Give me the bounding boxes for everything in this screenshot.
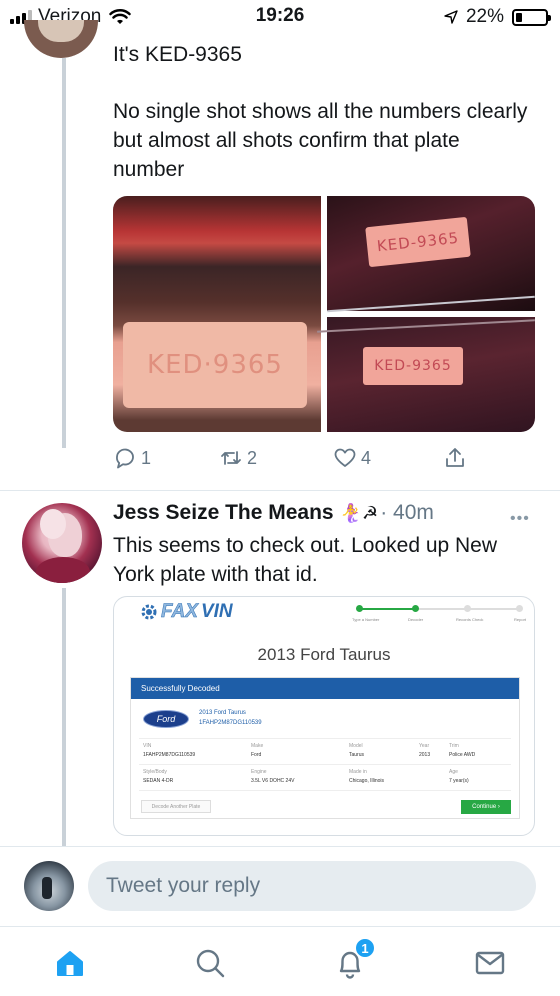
notification-badge: 1 [354, 937, 376, 959]
step-dot [356, 605, 363, 612]
reply-input[interactable] [88, 861, 536, 911]
divider [0, 490, 560, 491]
spec-age: Age 7 year(s) [449, 769, 469, 784]
mail-icon [475, 951, 505, 975]
tab-messages[interactable] [472, 945, 508, 981]
gear-icon [141, 604, 157, 620]
retweet-action[interactable]: 2 [219, 446, 257, 470]
location-arrow-icon [444, 10, 458, 24]
logo-fax: FAX [161, 601, 198, 623]
ford-logo: Ford [143, 710, 189, 728]
battery-icon [512, 8, 551, 26]
tab-home[interactable] [52, 945, 88, 981]
thread-line [62, 58, 66, 448]
media-image-bottom-right[interactable]: KED-9365 [317, 317, 535, 432]
step-label: Records Check [456, 617, 484, 622]
license-plate: KED·9365 [123, 322, 307, 408]
name-emojis: 🧜‍♀️☭ [339, 502, 379, 523]
thread-line [62, 588, 66, 846]
battery-percent: 22% [465, 6, 504, 27]
step-dot [464, 605, 471, 612]
avatar[interactable] [24, 20, 98, 58]
display-name[interactable]: Jess Seize The Means [113, 501, 334, 525]
retweet-count: 2 [247, 447, 258, 468]
heart-icon [334, 448, 356, 467]
user-avatar[interactable] [24, 861, 74, 911]
share-action[interactable] [443, 446, 467, 470]
step-dot [516, 605, 523, 612]
spec-year: Year 2013 [419, 743, 431, 758]
license-plate: KED-9365 [363, 347, 463, 385]
tab-bar: 1 [0, 926, 560, 996]
decoded-model: 2013 Ford Taurus [199, 710, 246, 716]
license-plate: KED-9365 [365, 216, 471, 268]
reply-text: This seems to check out. Looked up New Y… [113, 534, 498, 586]
spec-model: Model Taurus [349, 743, 365, 758]
logo-vin: VIN [200, 601, 233, 622]
spec-engine: Engine 3.5L V6 DOHC 24V [251, 769, 295, 784]
media-grid[interactable]: KED·9365 KED-9365 KED-9365 [113, 196, 535, 432]
reply-count: 1 [141, 447, 152, 468]
media-image-top-right[interactable]: KED-9365 [327, 196, 535, 313]
reply-action[interactable]: 1 [113, 446, 151, 470]
tweet-line: It's KED-9365 [113, 43, 242, 66]
spec-made-in: Made in Chicago, Illinois [349, 769, 385, 784]
faxvin-logo: FAX VIN [140, 601, 233, 623]
home-icon [57, 951, 83, 976]
decode-another-button: Decode Another Plate [141, 800, 211, 813]
step-dot [412, 605, 419, 612]
spec-vin: VIN 1FAHP2M87DG110539 [143, 743, 196, 758]
timestamp: · 40m [380, 501, 434, 524]
more-options-icon[interactable]: ••• [510, 510, 530, 528]
decoded-panel: Successfully Decoded Ford 2013 Ford Taur… [130, 677, 520, 819]
reply-header: Jess Seize The Means 🧜‍♀️☭ · 40m [113, 501, 434, 525]
battery-fill [516, 12, 522, 22]
search-icon [196, 949, 225, 978]
tab-notifications[interactable]: 1 [332, 937, 376, 981]
share-icon [446, 448, 464, 467]
decoded-vin: 1FAHP2M87DG110539 [199, 720, 262, 726]
avatar[interactable] [22, 503, 102, 583]
decoded-banner: Successfully Decoded [131, 678, 519, 699]
like-action[interactable]: 4 [333, 446, 371, 470]
spec-style: Style/Body SEDAN 4-DR [143, 769, 174, 784]
reply-icon [116, 448, 134, 469]
spec-trim: Trim Police AWD [449, 743, 476, 758]
media-image-left[interactable]: KED·9365 [113, 196, 321, 432]
tweet-actions: 1 2 4 [113, 446, 483, 474]
retweet-icon [221, 451, 241, 465]
spec-make: Make Ford [251, 743, 264, 758]
progress-steps: Type a Number Decoder Records Check Repo… [352, 605, 527, 625]
step-label: Report [514, 617, 527, 622]
tweet-body: No single shot shows all the numbers cle… [113, 100, 528, 181]
continue-button: Continue › [461, 800, 511, 814]
attached-image-card[interactable]: FAX VIN Type a Number Decoder Records Che… [113, 596, 535, 836]
tab-search[interactable] [192, 945, 228, 981]
vehicle-title: 2013 Ford Taurus [257, 645, 391, 664]
step-label: Decoder [408, 617, 424, 622]
reply-composer [0, 846, 560, 926]
like-count: 4 [361, 447, 372, 468]
step-label: Type a Number [352, 617, 380, 622]
status-right: 22% [444, 6, 551, 28]
decoded-summary: 2013 Ford Taurus 1FAHP2M87DG110539 [199, 708, 262, 728]
